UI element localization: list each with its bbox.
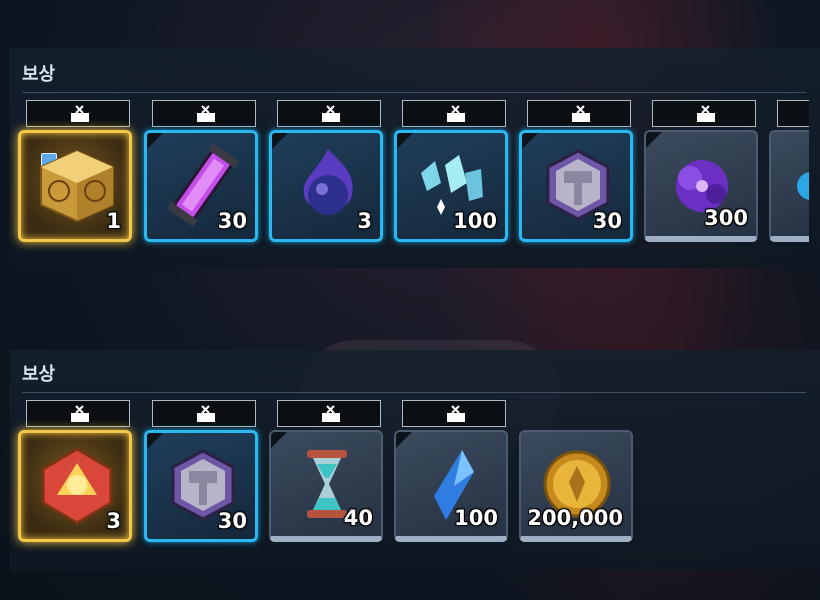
item-card[interactable]: 30 [144,430,258,542]
item-card[interactable]: 3 [269,130,383,242]
item-card[interactable]: 1 [18,130,132,242]
ticket-icon [71,405,89,422]
item-quantity: 30 [217,509,247,533]
blue-orb-icon [797,172,809,200]
item-tag [26,400,130,427]
item-card[interactable]: 30 [519,130,633,242]
ticket-icon [447,405,465,422]
reward-panel-1: 보상 1 30 3 100 30 300 [10,48,820,268]
reward-panel-2: 보상 3 30 40 100 200,000 [10,350,820,570]
item-quantity: 40 [343,506,373,530]
ticket-icon [197,405,215,422]
item-quantity: 3 [357,209,372,233]
item-tag [777,100,809,127]
item-card[interactable] [769,130,809,242]
item-tag [402,100,506,127]
ticket-icon [197,105,215,122]
item-tag [402,400,506,427]
section-title: 보상 [22,64,56,85]
item-card[interactable]: 3 [18,430,132,542]
ticket-icon [572,105,590,122]
reward-item-partial[interactable] [769,100,809,245]
item-card[interactable]: 100 [394,130,508,242]
item-quantity: 30 [592,209,622,233]
divider [22,392,806,393]
item-quantity: 30 [217,209,247,233]
divider [22,92,806,93]
item-card[interactable]: 100 [394,430,508,542]
item-card[interactable]: 30 [144,130,258,242]
item-quantity: 300 [704,206,748,230]
item-tag [26,100,130,127]
item-tag [277,100,381,127]
item-quantity: 100 [453,209,497,233]
item-tag [652,100,756,127]
item-tag [527,100,631,127]
ticket-icon [447,105,465,122]
item-quantity: 200,000 [527,506,623,530]
item-quantity: 1 [106,209,121,233]
ticket-icon [322,105,340,122]
item-card[interactable]: 300 [644,130,758,242]
ticket-icon [697,105,715,122]
item-quantity: 3 [106,509,121,533]
item-tag [152,400,256,427]
section-title: 보상 [22,364,56,385]
item-tag [277,400,381,427]
item-tag [152,100,256,127]
ticket-icon [322,405,340,422]
item-quantity: 100 [454,506,498,530]
item-card[interactable]: 40 [269,430,383,542]
item-card[interactable]: 200,000 [519,430,633,542]
ticket-icon [71,105,89,122]
